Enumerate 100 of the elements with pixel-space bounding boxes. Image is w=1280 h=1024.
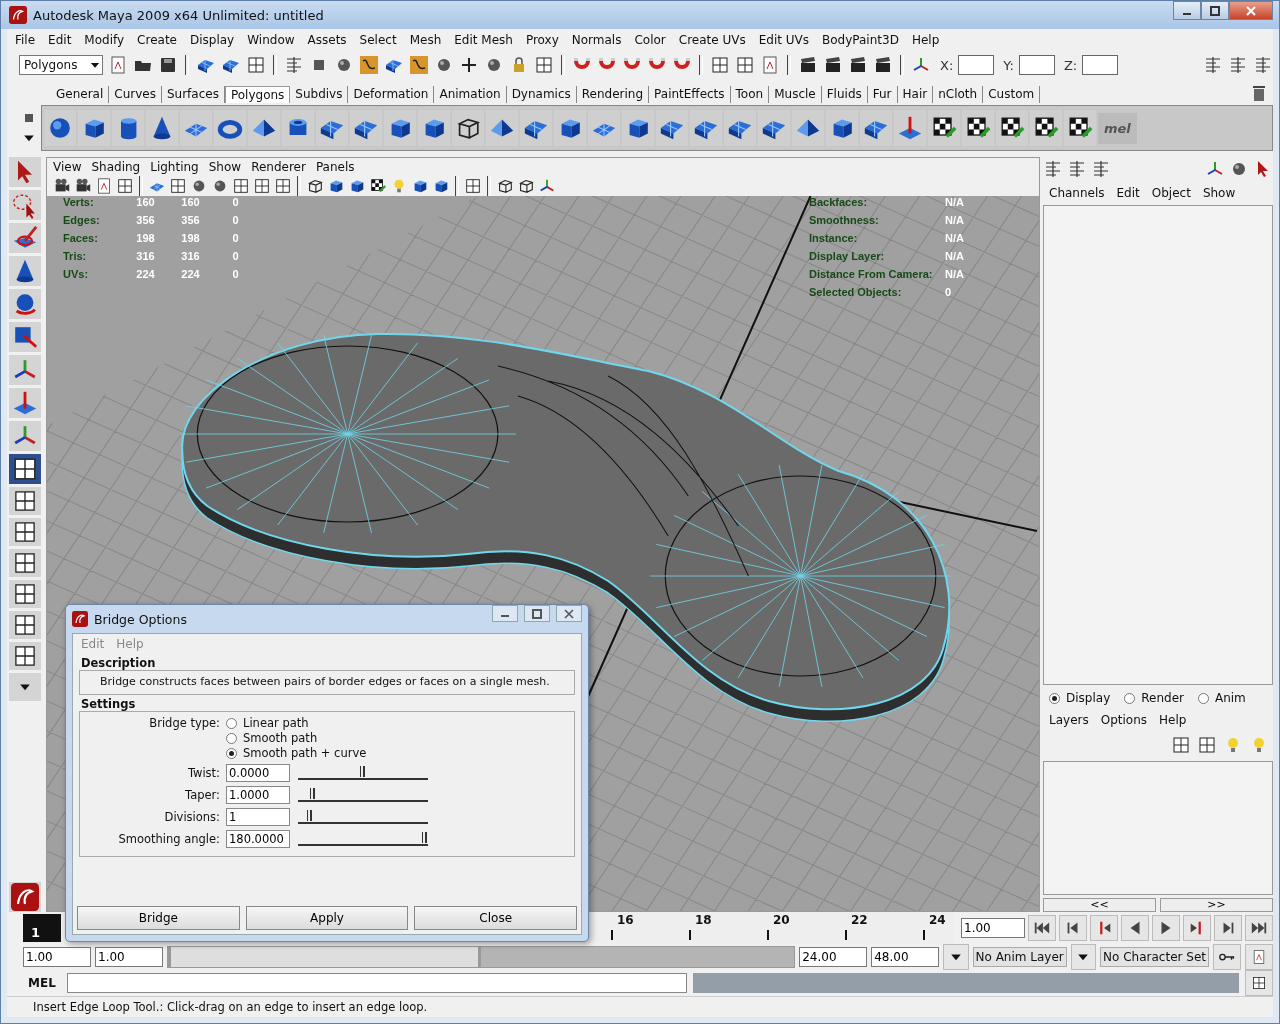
- layout-grid-icon[interactable]: [1197, 735, 1217, 755]
- layout-grid-icon[interactable]: [534, 55, 554, 75]
- panel-menu-item[interactable]: Panels: [315, 160, 355, 174]
- value-field[interactable]: 0.0000: [226, 764, 290, 782]
- menu-item[interactable]: Edit: [48, 33, 72, 47]
- menu-item[interactable]: Edit Mesh: [454, 33, 513, 47]
- skip-to-start-button[interactable]: [1028, 915, 1056, 941]
- start-time-field[interactable]: 1.00: [23, 947, 91, 967]
- wireframe-cube-icon[interactable]: [496, 177, 514, 195]
- slider-thumb[interactable]: [306, 810, 312, 821]
- panel-menu-item[interactable]: Show: [208, 160, 242, 174]
- menu-item[interactable]: File: [15, 33, 36, 47]
- end-time-field[interactable]: 48.00: [871, 947, 940, 967]
- layout-grid-icon[interactable]: [12, 643, 38, 669]
- play-backwards-button[interactable]: [1121, 915, 1149, 941]
- list-lines-icon[interactable]: [1067, 159, 1087, 179]
- command-field[interactable]: [67, 973, 687, 993]
- maximize-button[interactable]: [524, 605, 550, 622]
- list-lines-icon[interactable]: [1203, 55, 1223, 75]
- menu-item[interactable]: Display: [190, 33, 235, 47]
- document-icon[interactable]: [760, 55, 780, 75]
- menu-item[interactable]: Modify: [84, 33, 125, 47]
- value-field[interactable]: 1: [226, 808, 290, 826]
- clapperboard-icon[interactable]: [848, 55, 868, 75]
- step-forward-button[interactable]: [1214, 915, 1242, 941]
- value-field[interactable]: 180.0000: [226, 830, 290, 848]
- curve-icon[interactable]: [359, 55, 379, 75]
- range-end-field[interactable]: 24.00: [799, 947, 868, 967]
- layout-grid-icon[interactable]: [12, 488, 38, 514]
- current-frame-marker[interactable]: 1: [23, 914, 61, 942]
- layout-grid-icon[interactable]: [274, 177, 292, 195]
- z-field[interactable]: [1082, 55, 1119, 75]
- close-button[interactable]: [1229, 1, 1273, 20]
- slider-track[interactable]: [298, 810, 428, 824]
- layout-grid-icon[interactable]: [735, 55, 755, 75]
- dialog-button[interactable]: Bridge: [77, 906, 240, 930]
- document-icon[interactable]: [108, 55, 128, 75]
- mel-script-icon[interactable]: mel: [1098, 112, 1137, 144]
- step-back-button[interactable]: [1059, 915, 1087, 941]
- clapperboard-icon[interactable]: [798, 55, 818, 75]
- range-slider[interactable]: [167, 946, 796, 968]
- layout-grid-icon[interactable]: [12, 550, 38, 576]
- menu-item[interactable]: Window: [247, 33, 295, 47]
- menu-item[interactable]: BodyPaint3D: [822, 33, 899, 47]
- document-icon[interactable]: [95, 177, 113, 195]
- value-field[interactable]: 1.0000: [226, 786, 290, 804]
- current-time-field[interactable]: 1.00: [961, 918, 1025, 938]
- bridge-type-radio[interactable]: Smooth path: [226, 731, 367, 745]
- plus-icon[interactable]: [459, 55, 479, 75]
- clapperboard-icon[interactable]: [823, 55, 843, 75]
- layout-grid-icon[interactable]: [464, 177, 482, 195]
- skip-to-end-button[interactable]: [1245, 915, 1273, 941]
- layout-grid-icon[interactable]: [1171, 735, 1191, 755]
- dialog-button[interactable]: Close: [414, 906, 577, 930]
- menu-item[interactable]: Color: [634, 33, 666, 47]
- layer-menu-item[interactable]: Layers: [1049, 713, 1089, 727]
- wireframe-cube-icon[interactable]: [306, 177, 324, 195]
- layer-mode-radio[interactable]: Render: [1124, 691, 1184, 705]
- menu-item[interactable]: Proxy: [525, 33, 559, 47]
- layer-mode-radio[interactable]: Anim: [1197, 691, 1246, 705]
- menu-item[interactable]: Help: [911, 33, 940, 47]
- layout-grid-icon[interactable]: [12, 581, 38, 607]
- move-icon[interactable]: [11, 389, 39, 417]
- slider-track[interactable]: [298, 788, 428, 802]
- preferences-button[interactable]: [1245, 944, 1273, 970]
- menu-item[interactable]: Edit UVs: [758, 33, 809, 47]
- minimize-button[interactable]: [1173, 1, 1201, 20]
- slider-thumb[interactable]: [310, 788, 316, 799]
- channel-box-menu-item[interactable]: Object: [1151, 186, 1191, 200]
- dialog-button[interactable]: Apply: [245, 906, 409, 930]
- list-lines-icon[interactable]: [1091, 159, 1111, 179]
- list-lines-icon[interactable]: [1253, 55, 1273, 75]
- channel-box-menu-item[interactable]: Edit: [1116, 186, 1140, 200]
- layout-grid-icon[interactable]: [232, 177, 250, 195]
- curve-icon[interactable]: [409, 55, 429, 75]
- list-lines-icon[interactable]: [1228, 55, 1248, 75]
- range-start-field[interactable]: 1.00: [95, 947, 163, 967]
- layout-grid-icon[interactable]: [12, 519, 38, 545]
- layer-menu-item[interactable]: Help: [1159, 713, 1187, 727]
- maximize-button[interactable]: [1201, 1, 1229, 20]
- menu-item[interactable]: Create UVs: [678, 33, 746, 47]
- minimize-button[interactable]: [492, 605, 518, 622]
- wireframe-cube-icon[interactable]: [517, 177, 535, 195]
- menu-item[interactable]: Normals: [571, 33, 622, 47]
- clapperboard-icon[interactable]: [873, 55, 893, 75]
- slider-thumb[interactable]: [422, 832, 427, 843]
- layout-grid-icon[interactable]: [710, 55, 730, 75]
- anim-layer-dropdown-button[interactable]: [943, 944, 969, 970]
- move-icon[interactable]: [896, 114, 924, 142]
- layout-grid-icon[interactable]: [169, 177, 187, 195]
- next-key-button[interactable]: [1183, 915, 1211, 941]
- layout-grid-icon[interactable]: [12, 612, 38, 638]
- panel-menu-item[interactable]: Lighting: [150, 160, 199, 174]
- command-language-label[interactable]: MEL: [23, 976, 61, 990]
- bridge-type-radio[interactable]: Smooth path + curve: [226, 746, 367, 760]
- checker-plane-icon[interactable]: [369, 177, 387, 195]
- layout-grid-icon[interactable]: [116, 177, 134, 195]
- channel-box-menu-item[interactable]: Channels: [1049, 186, 1105, 200]
- close-button[interactable]: [556, 605, 582, 622]
- list-lines-icon[interactable]: [284, 55, 304, 75]
